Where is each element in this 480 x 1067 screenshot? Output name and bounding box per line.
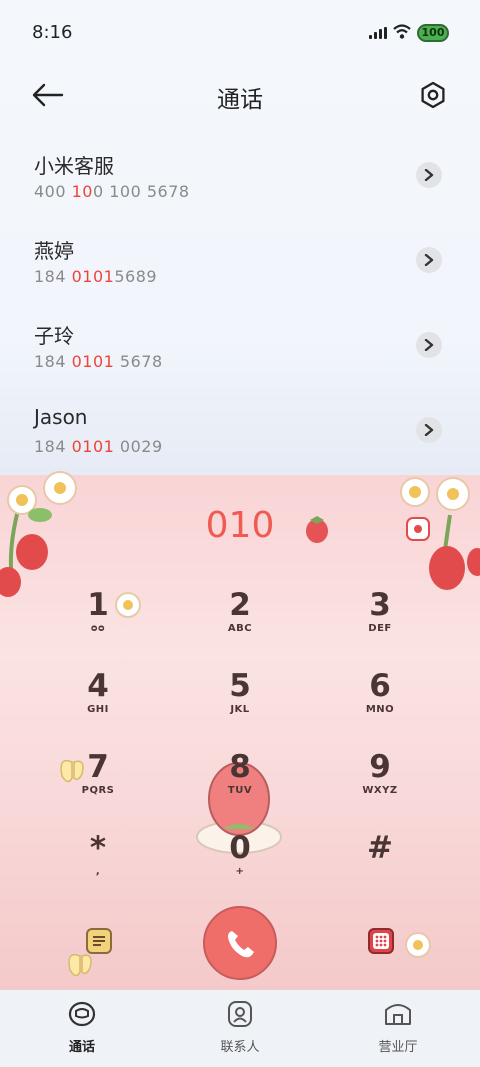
- key-digit: 8: [229, 749, 251, 785]
- signal-icon: [369, 27, 387, 39]
- matched-digits: 0101: [71, 437, 115, 456]
- key-letters: PQRS: [81, 785, 115, 796]
- nav-label: 营业厅: [378, 1040, 418, 1055]
- key-digit: 4: [87, 668, 109, 704]
- key-letters: ᴑᴑ: [90, 623, 106, 634]
- key-digit: *: [89, 830, 107, 866]
- bottom-nav: 通话 联系人 营业厅: [0, 990, 480, 1067]
- flower-decoration-2: [405, 932, 431, 958]
- key-letters: GHI: [87, 704, 109, 715]
- contact-name: Jason: [34, 405, 88, 429]
- key-3[interactable]: 3 DEF: [335, 587, 425, 657]
- phone-icon: [68, 1001, 96, 1027]
- key-letters: ,: [95, 866, 101, 877]
- key-0[interactable]: 0 +: [195, 830, 285, 900]
- key-1[interactable]: 1 ᴑᴑ: [53, 587, 143, 657]
- hide-keypad-button[interactable]: [368, 928, 394, 954]
- nav-tab-calls[interactable]: 通话: [32, 1000, 132, 1055]
- key-letters: +: [235, 866, 245, 877]
- settings-icon[interactable]: [418, 80, 448, 110]
- key-8[interactable]: 8 TUV: [195, 749, 285, 819]
- nav-label: 通话: [68, 1040, 95, 1055]
- nav-tab-store[interactable]: 营业厅: [348, 1000, 448, 1055]
- keypad-icon: [373, 933, 389, 949]
- contact-name: 小米客服: [34, 154, 114, 178]
- recent-call-item[interactable]: 燕婷 184 01015689: [0, 235, 480, 315]
- nav-label: 联系人: [220, 1040, 260, 1055]
- contact-name: 燕婷: [34, 239, 74, 263]
- key-digit: 3: [369, 587, 391, 623]
- header-bar: 通话: [0, 70, 480, 120]
- key-5[interactable]: 5 JKL: [195, 668, 285, 738]
- key-letters: ABC: [227, 623, 253, 634]
- key-digit: 7: [87, 749, 109, 785]
- recent-call-item[interactable]: 子玲 184 0101 5678: [0, 320, 480, 400]
- contact-detail-button[interactable]: [416, 417, 442, 443]
- key-star[interactable]: *,: [53, 830, 143, 900]
- key-2[interactable]: 2 ABC: [195, 587, 285, 657]
- key-digit: #: [367, 830, 393, 866]
- matched-digits: 10: [71, 182, 93, 201]
- key-letters: TUV: [227, 785, 253, 796]
- store-icon: [385, 1004, 411, 1025]
- phone-icon: [228, 931, 254, 958]
- recent-call-item[interactable]: 小米客服 400 100 100 5678: [0, 150, 480, 230]
- contact-number: 184 0101 0029: [34, 437, 163, 456]
- page-title: 通话: [217, 87, 263, 113]
- key-digit: 9: [369, 749, 391, 785]
- dialed-number[interactable]: 010: [0, 505, 480, 546]
- contact-detail-button[interactable]: [416, 162, 442, 188]
- key-letters: DEF: [368, 623, 392, 634]
- chevron-right-icon: [424, 169, 434, 181]
- key-7[interactable]: 7 PQRS: [53, 749, 143, 819]
- key-digit: 2: [229, 587, 251, 623]
- key-digit: 6: [369, 668, 391, 704]
- matched-digits: 0101: [71, 352, 115, 371]
- nav-tab-contacts[interactable]: 联系人: [190, 1000, 290, 1055]
- key-hash[interactable]: #: [335, 830, 425, 900]
- key-digit: 0: [229, 830, 251, 866]
- key-letters: WXYZ: [362, 785, 398, 796]
- contact-name: 子玲: [34, 324, 74, 348]
- battery-icon: 100: [417, 24, 449, 42]
- message-icon: [93, 936, 105, 946]
- contacts-icon: [228, 1001, 252, 1027]
- key-4[interactable]: 4 GHI: [53, 668, 143, 738]
- key-letters: MNO: [365, 704, 395, 715]
- key-letters: JKL: [230, 704, 250, 715]
- chevron-right-icon: [424, 254, 434, 266]
- key-6[interactable]: 6 MNO: [335, 668, 425, 738]
- contact-number: 184 0101 5678: [34, 352, 163, 371]
- chevron-right-icon: [424, 424, 434, 436]
- wifi-icon: [393, 24, 411, 39]
- contact-detail-button[interactable]: [416, 247, 442, 273]
- contact-number: 184 01015689: [34, 267, 158, 286]
- status-time: 8:16: [32, 22, 73, 43]
- chevron-right-icon: [424, 339, 434, 351]
- matched-digits: 0101: [71, 267, 115, 286]
- call-button[interactable]: [203, 906, 277, 980]
- contact-detail-button[interactable]: [416, 332, 442, 358]
- messages-button[interactable]: [86, 928, 112, 954]
- status-bar: 8:16 100: [0, 0, 480, 68]
- key-digit: 1: [87, 587, 109, 623]
- key-digit: 5: [229, 668, 251, 704]
- key-9[interactable]: 9 WXYZ: [335, 749, 425, 819]
- contact-number: 400 100 100 5678: [34, 182, 190, 201]
